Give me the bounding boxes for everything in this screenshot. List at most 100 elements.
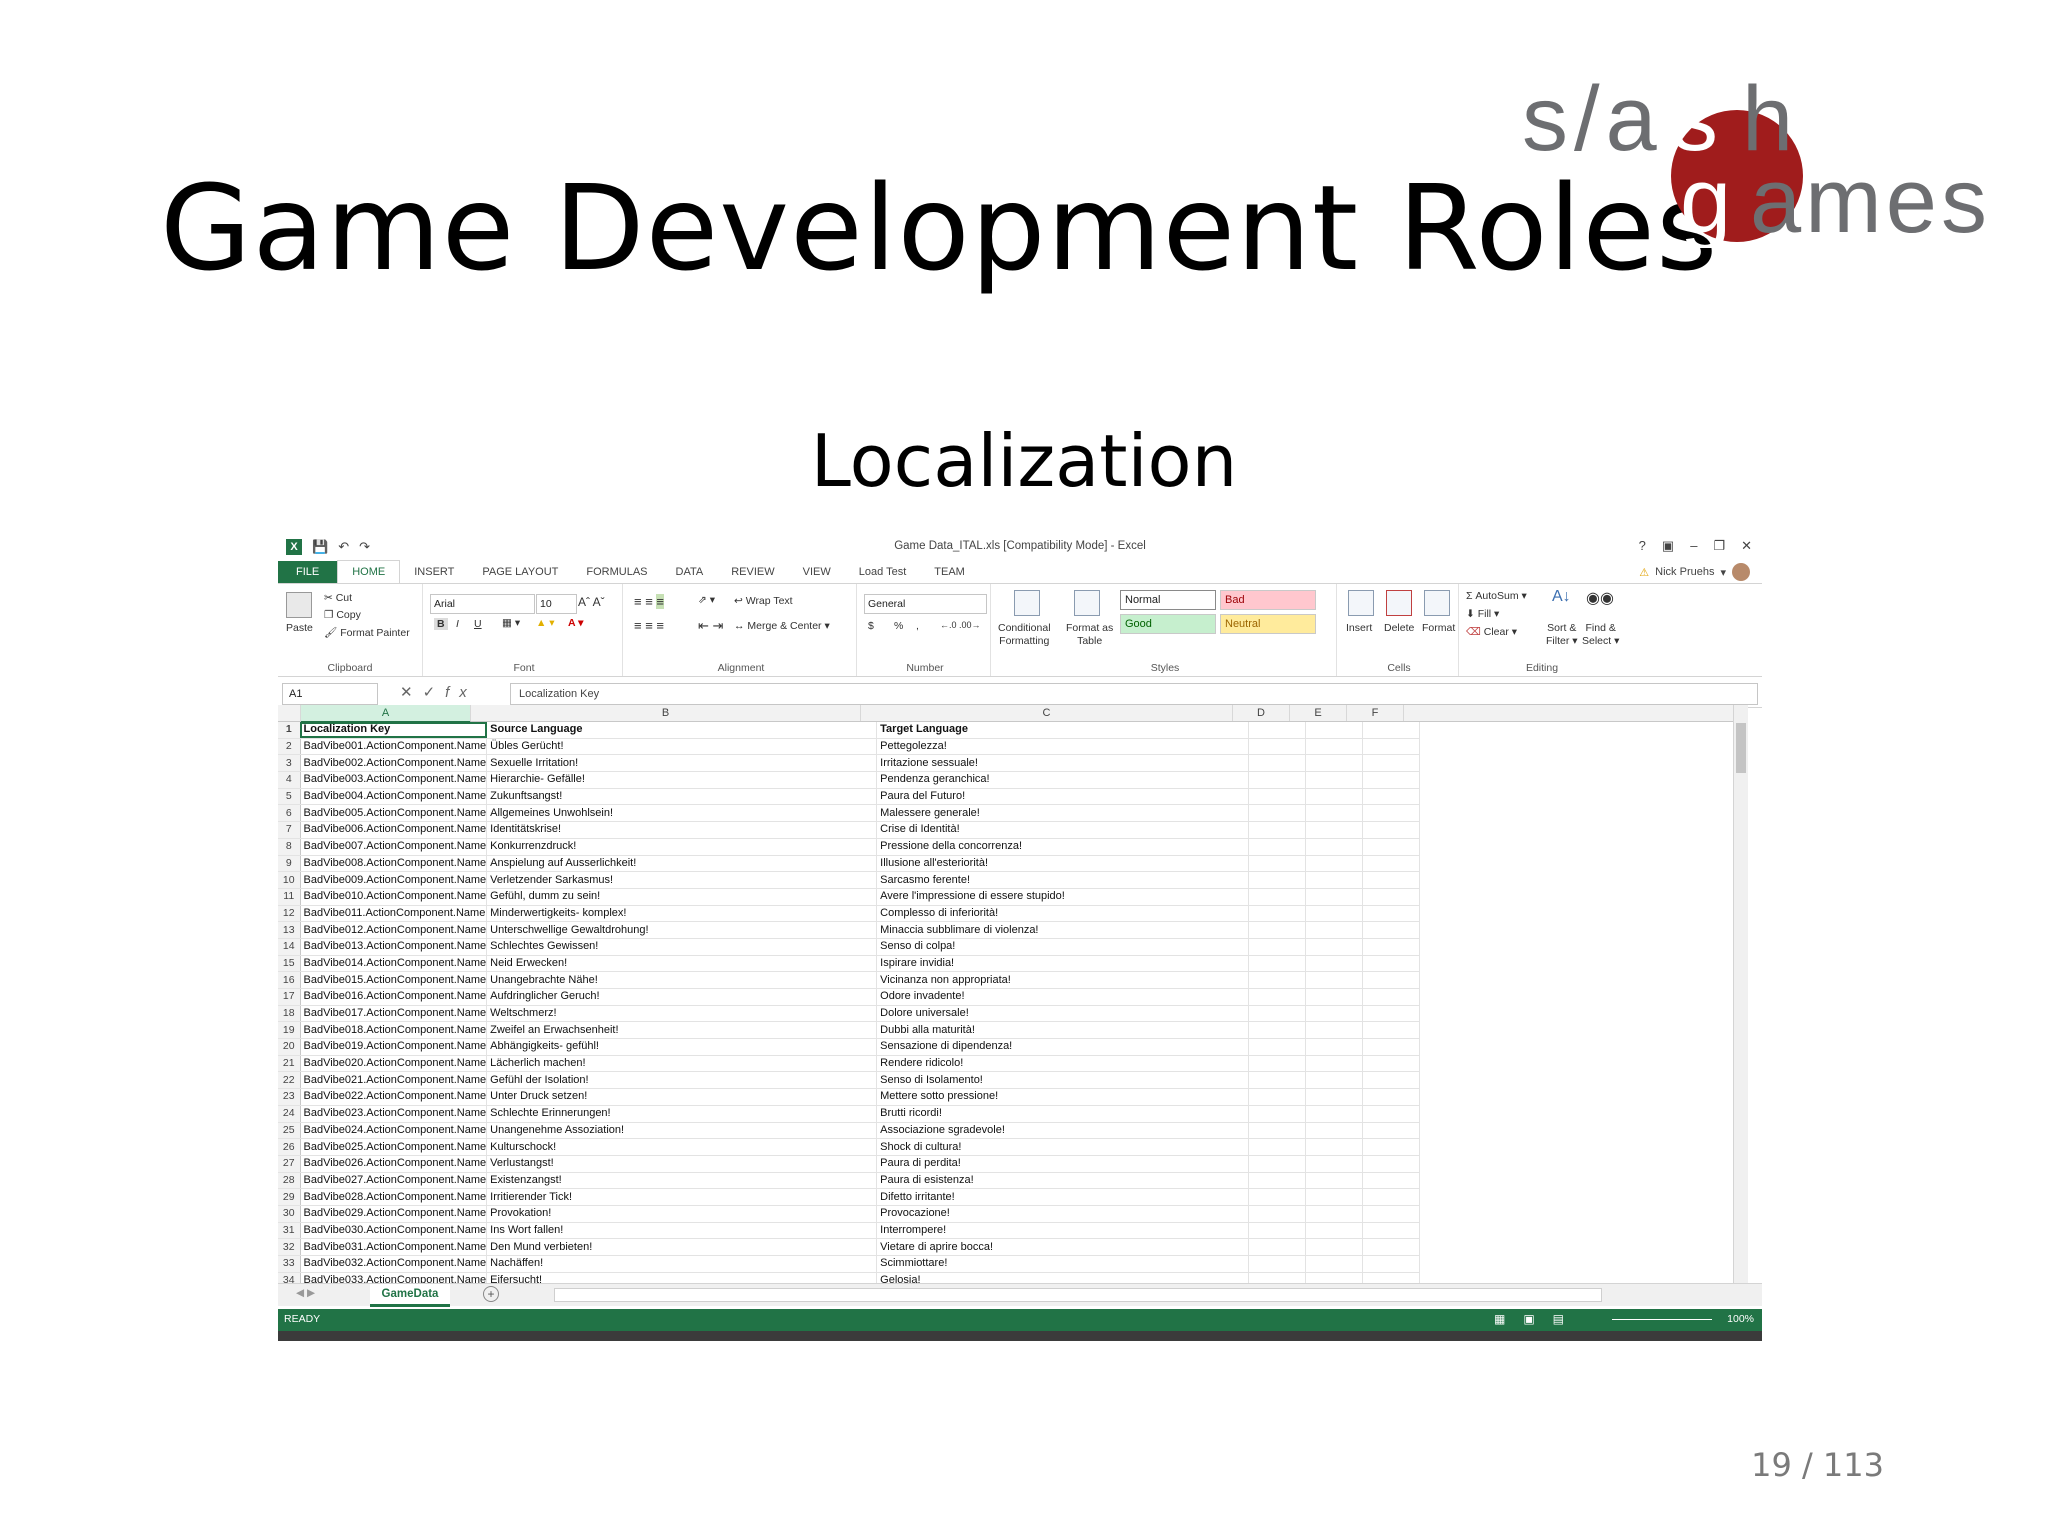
target-cell[interactable]: Illusione all'esteriorità! bbox=[876, 855, 1250, 873]
empty-cell[interactable] bbox=[1362, 888, 1421, 906]
insert-cells-icon[interactable] bbox=[1348, 590, 1374, 616]
restore-icon[interactable]: ❐ bbox=[1713, 538, 1725, 554]
style-neutral[interactable]: Neutral bbox=[1220, 614, 1316, 634]
source-cell[interactable]: Schlechte Erinnerungen! bbox=[486, 1105, 878, 1123]
source-cell[interactable]: Existenzangst! bbox=[486, 1172, 878, 1190]
row-header[interactable]: 32 bbox=[278, 1238, 301, 1256]
target-cell[interactable]: Gelosia! bbox=[876, 1272, 1250, 1283]
source-cell[interactable]: Allgemeines Unwohlsein! bbox=[486, 804, 878, 823]
empty-cell[interactable] bbox=[1305, 1155, 1364, 1173]
key-cell[interactable]: BadVibe009.ActionComponent.Name bbox=[300, 871, 488, 889]
target-cell[interactable]: Dubbi alla maturità! bbox=[876, 1021, 1250, 1040]
row-header[interactable]: 5 bbox=[278, 788, 301, 806]
key-cell[interactable]: BadVibe032.ActionComponent.Name bbox=[300, 1255, 488, 1273]
empty-cell[interactable] bbox=[1305, 722, 1364, 739]
wrap-text-button[interactable]: ↩ Wrap Text bbox=[734, 595, 793, 607]
empty-cell[interactable] bbox=[1248, 1188, 1307, 1206]
horizontal-scrollbar[interactable] bbox=[554, 1288, 1602, 1302]
column-header-d[interactable]: D bbox=[1233, 705, 1290, 721]
help-icon[interactable]: ? bbox=[1639, 538, 1646, 554]
key-cell[interactable]: BadVibe007.ActionComponent.Name bbox=[300, 838, 488, 856]
row-header[interactable]: 17 bbox=[278, 988, 301, 1006]
empty-cell[interactable] bbox=[1362, 738, 1421, 756]
user-account[interactable]: ⚠ Nick Pruehs ▾ bbox=[1639, 563, 1750, 581]
minimize-icon[interactable]: – bbox=[1690, 538, 1697, 554]
target-cell[interactable]: Paura di perdita! bbox=[876, 1155, 1250, 1173]
row-header[interactable]: 28 bbox=[278, 1172, 301, 1190]
target-cell[interactable]: Crise di Identità! bbox=[876, 821, 1250, 839]
zoom-slider[interactable] bbox=[1612, 1319, 1712, 1320]
column-header-e[interactable]: E bbox=[1290, 705, 1347, 721]
row-header[interactable]: 16 bbox=[278, 971, 301, 989]
decimal-icons[interactable]: ←.0 .00→ bbox=[940, 620, 981, 630]
empty-cell[interactable] bbox=[1248, 1038, 1307, 1056]
empty-cell[interactable] bbox=[1248, 1088, 1307, 1106]
empty-cell[interactable] bbox=[1362, 1021, 1421, 1040]
style-normal[interactable]: Normal bbox=[1120, 590, 1216, 610]
key-cell[interactable]: BadVibe022.ActionComponent.Name bbox=[300, 1088, 488, 1106]
source-cell[interactable]: Eifersucht! bbox=[486, 1272, 878, 1283]
row-header[interactable]: 18 bbox=[278, 1005, 301, 1023]
copy-button[interactable]: ❐ Copy bbox=[324, 609, 361, 621]
font-color-icon[interactable]: A ▾ bbox=[568, 617, 583, 629]
delete-cells-icon[interactable] bbox=[1386, 590, 1412, 616]
row-header[interactable]: 12 bbox=[278, 905, 301, 923]
empty-cell[interactable] bbox=[1248, 804, 1307, 823]
target-cell[interactable]: Vietare di aprire bocca! bbox=[876, 1238, 1250, 1256]
source-cell[interactable]: Gefühl der Isolation! bbox=[486, 1071, 878, 1090]
empty-cell[interactable] bbox=[1248, 1122, 1307, 1140]
empty-cell[interactable] bbox=[1305, 838, 1364, 856]
source-cell[interactable]: Unterschwellige Gewaltdrohung! bbox=[486, 921, 878, 939]
fill-button[interactable]: ⬇ Fill ▾ bbox=[1466, 608, 1499, 620]
style-bad[interactable]: Bad bbox=[1220, 590, 1316, 610]
empty-cell[interactable] bbox=[1305, 1222, 1364, 1240]
close-icon[interactable]: ✕ bbox=[1741, 538, 1752, 554]
key-cell[interactable]: BadVibe018.ActionComponent.Name bbox=[300, 1021, 488, 1040]
source-cell[interactable]: Identitätskrise! bbox=[486, 821, 878, 839]
row-header[interactable]: 29 bbox=[278, 1188, 301, 1206]
empty-cell[interactable] bbox=[1248, 1105, 1307, 1123]
font-size-select[interactable]: 10 bbox=[536, 594, 577, 614]
tab-formulas[interactable]: FORMULAS bbox=[572, 561, 661, 583]
fx-icons[interactable]: ✕✓fx bbox=[400, 683, 477, 701]
target-cell[interactable]: Pendenza geranchica! bbox=[876, 771, 1250, 789]
row-header[interactable]: 2 bbox=[278, 738, 301, 756]
source-cell[interactable]: Aufdringlicher Geruch! bbox=[486, 988, 878, 1006]
empty-cell[interactable] bbox=[1305, 1138, 1364, 1156]
empty-cell[interactable] bbox=[1362, 1122, 1421, 1140]
format-painter-button[interactable]: 🖌 Format Painter bbox=[324, 626, 410, 639]
zoom-level[interactable]: 100% bbox=[1727, 1313, 1754, 1325]
scroll-thumb[interactable] bbox=[1736, 723, 1746, 773]
number-format-select[interactable]: General bbox=[864, 594, 987, 614]
empty-cell[interactable] bbox=[1248, 871, 1307, 889]
row-header[interactable]: 4 bbox=[278, 771, 301, 789]
column-header-f[interactable]: F bbox=[1347, 705, 1404, 721]
source-cell[interactable]: Kulturschock! bbox=[486, 1138, 878, 1156]
empty-cell[interactable] bbox=[1248, 1071, 1307, 1090]
key-cell[interactable]: BadVibe030.ActionComponent.Name bbox=[300, 1222, 488, 1240]
empty-cell[interactable] bbox=[1305, 988, 1364, 1006]
row-header[interactable]: 11 bbox=[278, 888, 301, 906]
paste-button[interactable]: Paste bbox=[286, 622, 313, 634]
key-cell[interactable]: BadVibe005.ActionComponent.Name bbox=[300, 804, 488, 823]
empty-cell[interactable] bbox=[1305, 938, 1364, 956]
empty-cell[interactable] bbox=[1362, 988, 1421, 1006]
empty-cell[interactable] bbox=[1305, 871, 1364, 889]
horizontal-align-icons[interactable]: ≡ ≡ ≡ bbox=[634, 618, 664, 633]
target-cell[interactable]: Shock di cultura! bbox=[876, 1138, 1250, 1156]
empty-cell[interactable] bbox=[1248, 855, 1307, 873]
borders-icon[interactable]: ▦ ▾ bbox=[502, 617, 520, 629]
target-cell[interactable]: Brutti ricordi! bbox=[876, 1105, 1250, 1123]
paste-icon[interactable] bbox=[286, 592, 312, 618]
empty-cell[interactable] bbox=[1362, 921, 1421, 939]
target-cell[interactable]: Target Language bbox=[876, 722, 1250, 739]
row-header[interactable]: 33 bbox=[278, 1255, 301, 1273]
source-cell[interactable]: Source Language bbox=[486, 722, 878, 739]
row-header[interactable]: 6 bbox=[278, 804, 301, 823]
empty-cell[interactable] bbox=[1362, 1038, 1421, 1056]
tab-home[interactable]: HOME bbox=[337, 560, 401, 583]
source-cell[interactable]: Zukunftsangst! bbox=[486, 788, 878, 806]
empty-cell[interactable] bbox=[1362, 754, 1421, 773]
row-header[interactable]: 8 bbox=[278, 838, 301, 856]
select-all-corner[interactable] bbox=[278, 705, 301, 721]
